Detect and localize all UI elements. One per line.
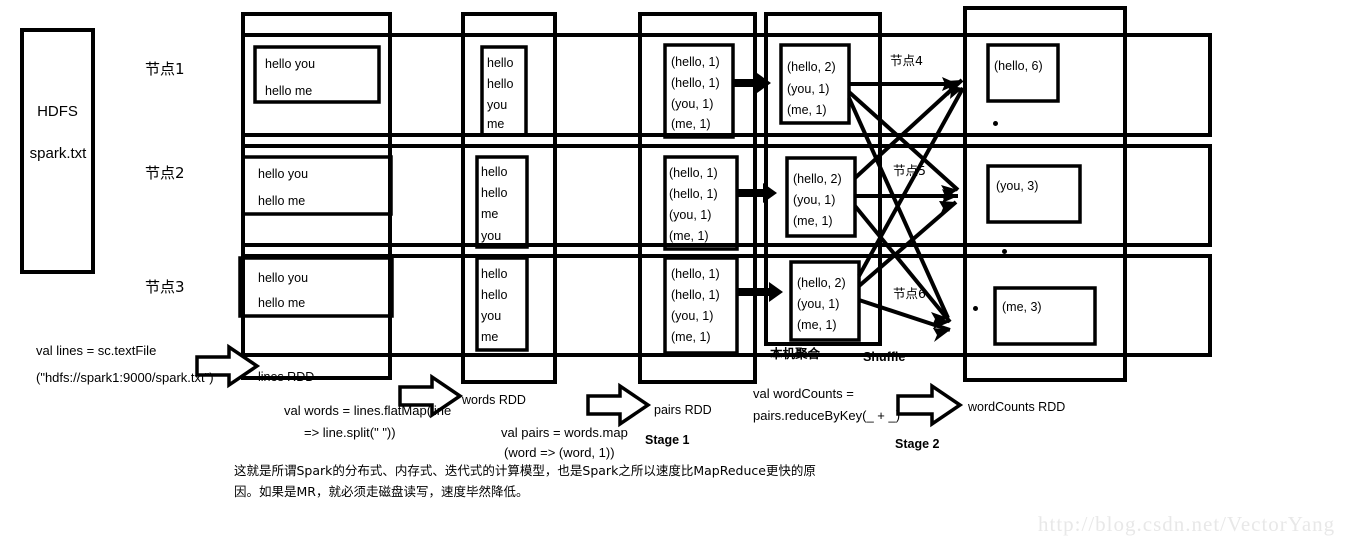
agg-cell-text-7: (hello, 2): [797, 276, 846, 290]
wc-row-band-2: [1123, 144, 1212, 247]
pairs-cell-text-1: (hello, 1): [671, 55, 720, 69]
block-arrow-pairs-rdd: [586, 382, 652, 428]
words-cell-text-7: me: [481, 207, 499, 221]
agg-cell-text-9: (me, 1): [797, 318, 837, 332]
pairs-cell-text-10: (hello, 1): [671, 288, 720, 302]
node-label-2: 节点2: [145, 164, 185, 182]
lines-cell-text-2: hello me: [265, 84, 313, 98]
agg-cell-text-2: (you, 1): [787, 82, 830, 96]
node-label-4: 节点4: [890, 53, 923, 68]
pairs-cell-text-4: (me, 1): [671, 117, 711, 131]
code-step-1-line-2: ("hdfs://spark1:9000/spark.txt"): [36, 370, 214, 385]
bullet-dot-3: [973, 306, 978, 311]
pairs-cell-text-5: (hello, 1): [669, 166, 718, 180]
node-label-1: 节点1: [145, 60, 185, 78]
pairs-cell-text-6: (hello, 1): [669, 187, 718, 201]
node-label-6: 节点6: [893, 286, 926, 301]
node-label-5: 节点5: [893, 163, 926, 178]
pairs-cell-text-12: (me, 1): [671, 330, 711, 344]
lines-cell-text-5: hello you: [258, 271, 309, 285]
wordcounts-cell-text-2: (you, 3): [996, 179, 1039, 193]
diagram-canvas: HDFS spark.txt 节点1 节点2 节点3 节点4 节点5 节点6 h…: [0, 0, 1360, 543]
words-cell-text-1: hello: [487, 56, 514, 70]
hdfs-title: HDFS: [37, 103, 78, 120]
stage-1-label: Stage 1: [645, 433, 690, 447]
hdfs-filename: spark.txt: [29, 145, 87, 162]
code-step-4-line-1: val wordCounts =: [753, 386, 854, 401]
words-cell-text-8: you: [481, 229, 502, 243]
words-cell-text-11: you: [481, 309, 502, 323]
wordcounts-rdd-caption: wordCounts RDD: [968, 400, 1066, 414]
watermark: http://blog.csdn.net/VectorYang: [1038, 512, 1336, 536]
words-cell-text-10: hello: [481, 288, 508, 302]
words-cell-text-9: hello: [481, 267, 508, 281]
agg-cell-text-8: (you, 1): [797, 297, 840, 311]
bullet-dot-2: [1002, 249, 1007, 254]
agg-cell-text-6: (me, 1): [793, 214, 833, 228]
code-step-3-line-1: val pairs = words.map: [501, 425, 628, 440]
lines-cell-text-3: hello you: [258, 167, 309, 181]
lines-cell-text-1: hello you: [265, 57, 316, 71]
words-cell-text-12: me: [481, 330, 499, 344]
pairs-cell-text-8: (me, 1): [669, 229, 709, 243]
code-step-1-line-1: val lines = sc.textFile: [36, 343, 157, 358]
wc-row-band-3: [1123, 254, 1212, 357]
lines-cell-text-6: hello me: [258, 296, 306, 310]
agg-cell-text-5: (you, 1): [793, 193, 836, 207]
bullet-dot-1: [993, 121, 998, 126]
code-step-2-line-2: => line.split(" ")): [304, 425, 396, 440]
pairs-cell-text-7: (you, 1): [669, 208, 712, 222]
lines-rdd-caption: lines RDD: [258, 370, 315, 384]
wordcounts-cell-text-3: (me, 3): [1002, 300, 1042, 314]
words-rdd-caption: words RDD: [462, 393, 526, 407]
words-cell-text-2: hello: [487, 77, 514, 91]
pairs-cell-text-9: (hello, 1): [671, 267, 720, 281]
footnote-line-1: 这就是所谓Spark的分布式、内存式、迭代式的计算模型，也是Spark之所以速度…: [234, 463, 816, 478]
shuffle-caption: Shuffle: [863, 350, 906, 364]
code-step-3-line-2: (word => (word, 1)): [504, 445, 615, 460]
pairs-cell-text-2: (hello, 1): [671, 76, 720, 90]
pairs-cell-text-3: (you, 1): [671, 97, 714, 111]
words-cell-text-6: hello: [481, 186, 508, 200]
agg-cell-text-1: (hello, 2): [787, 60, 836, 74]
words-cell-text-4: me: [487, 117, 505, 131]
local-aggregate-caption: 本机聚合: [770, 346, 821, 361]
stage-2-label: Stage 2: [895, 437, 940, 451]
node-label-3: 节点3: [145, 278, 185, 296]
pairs-cell-text-11: (you, 1): [671, 309, 714, 323]
small-arrow-row-3: [737, 282, 783, 302]
wordcounts-cell-text-1: (hello, 6): [994, 59, 1043, 73]
pairs-rdd-caption: pairs RDD: [654, 403, 712, 417]
code-step-4-line-2: pairs.reduceByKey(_ + _): [753, 408, 901, 423]
footnote-line-2: 因。如果是MR，就必须走磁盘读写，速度毕然降低。: [234, 484, 529, 499]
block-arrow-wordcounts-rdd: [896, 382, 964, 428]
wc-row-band-1: [1123, 33, 1212, 137]
words-cell-text-5: hello: [481, 165, 508, 179]
code-step-2-line-1: val words = lines.flatMap(line: [284, 403, 452, 418]
agg-cell-text-3: (me, 1): [787, 103, 827, 117]
words-cell-text-3: you: [487, 98, 508, 112]
lines-cell-text-4: hello me: [258, 194, 306, 208]
agg-cell-text-4: (hello, 2): [793, 172, 842, 186]
